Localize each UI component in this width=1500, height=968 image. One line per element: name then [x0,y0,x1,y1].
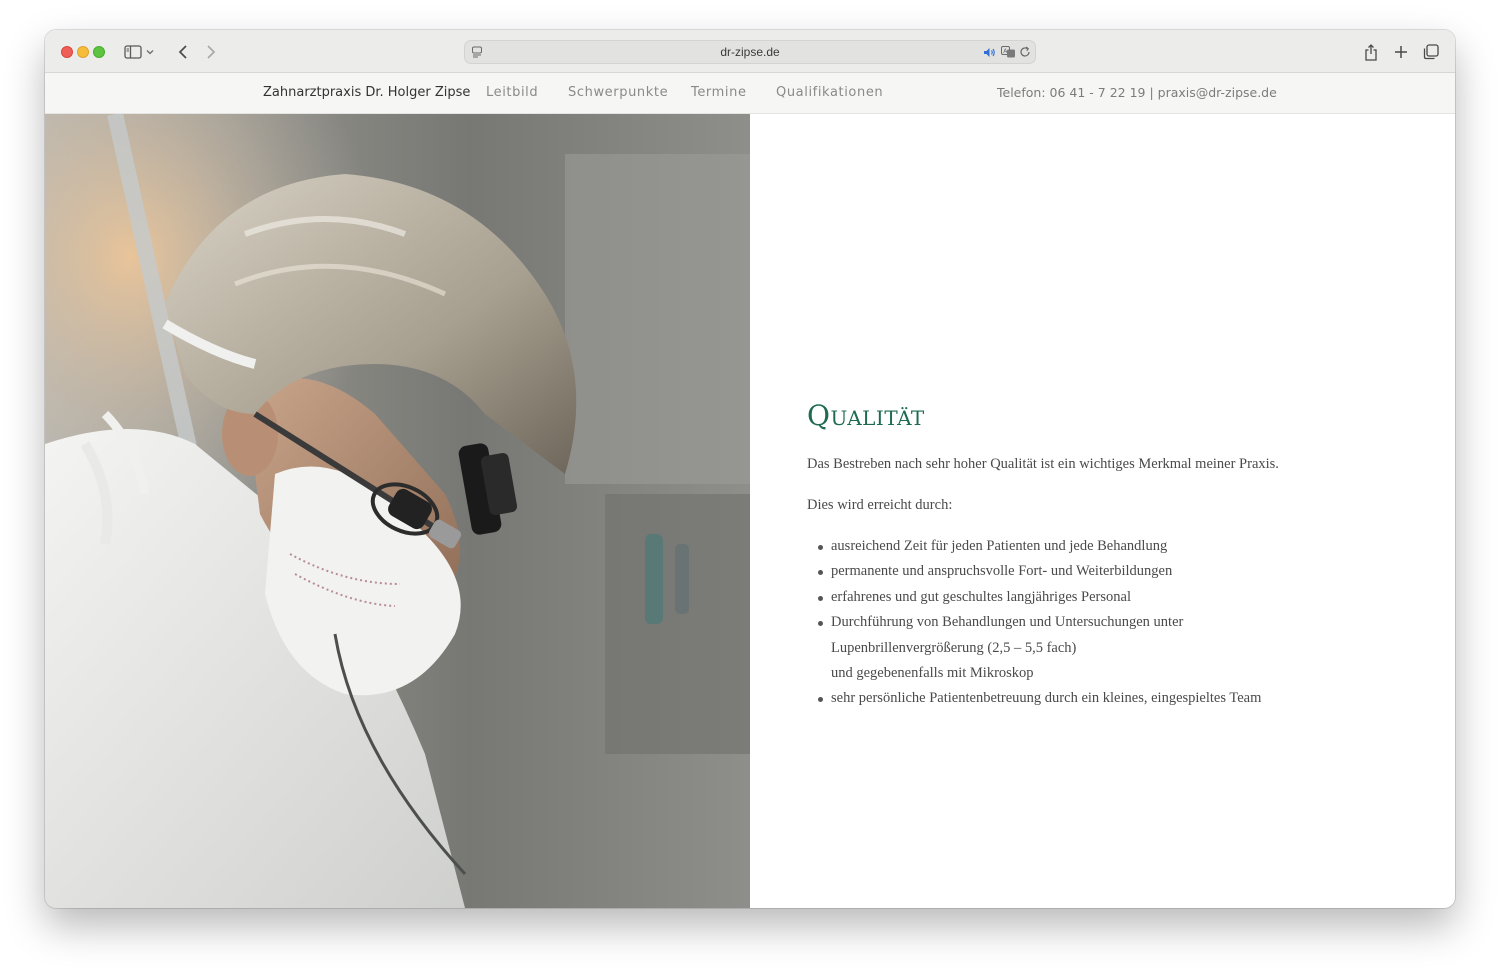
site-brand[interactable]: Zahnarztpraxis Dr. Holger Zipse [263,85,470,100]
content-panel: Qualität Das Bestreben nach sehr hoher Q… [750,114,1455,908]
zoom-window-button[interactable] [93,46,105,58]
contact-info[interactable]: Telefon: 06 41 - 7 22 19 | praxis@dr-zip… [997,85,1277,100]
list-item: erfahrenes und gut geschultes langjährig… [817,585,1261,610]
sidebar-icon[interactable] [122,41,144,63]
nav-link-qualifikationen[interactable]: Qualifikationen [776,85,883,100]
nav-link-schwerpunkte[interactable]: Schwerpunkte [568,85,668,100]
minimize-window-button[interactable] [77,46,89,58]
lead-text: Dies wird erreicht durch: [807,497,953,513]
quality-list: ausreichend Zeit für jeden Patienten und… [807,534,1261,712]
share-icon[interactable] [1360,41,1382,63]
chevron-down-icon[interactable] [144,41,156,63]
new-tab-icon[interactable] [1390,41,1412,63]
intro-text: Das Bestreben nach sehr hoher Qualität i… [807,456,1279,472]
tab-overview-icon[interactable] [1420,41,1442,63]
dentist-photo [45,114,750,908]
nav-link-termine[interactable]: Termine [691,85,747,100]
list-item: ausreichend Zeit für jeden Patienten und… [817,534,1261,559]
address-bar[interactable]: dr-zipse.de A [464,40,1036,64]
list-item: permanente und anspruchsvolle Fort- und … [817,559,1261,584]
page-heading: Qualität [807,399,925,432]
reload-icon[interactable] [1017,42,1033,62]
close-window-button[interactable] [61,46,73,58]
nav-link-leitbild[interactable]: Leitbild [486,85,538,100]
forward-icon[interactable] [200,41,222,63]
list-item: Durchführung von Behandlungen und Unters… [817,610,1261,686]
browser-window: dr-zipse.de A Zahnarztpraxis Dr. Holger … [45,30,1455,908]
url-text[interactable]: dr-zipse.de [465,41,1035,63]
translate-icon[interactable]: A [999,42,1017,62]
browser-toolbar: dr-zipse.de A [45,30,1455,73]
back-icon[interactable] [172,41,194,63]
list-item: sehr persönliche Patientenbetreuung durc… [817,686,1261,711]
speaker-icon[interactable] [981,42,997,62]
site-navigation: Zahnarztpraxis Dr. Holger Zipse Leitbild… [45,73,1455,114]
